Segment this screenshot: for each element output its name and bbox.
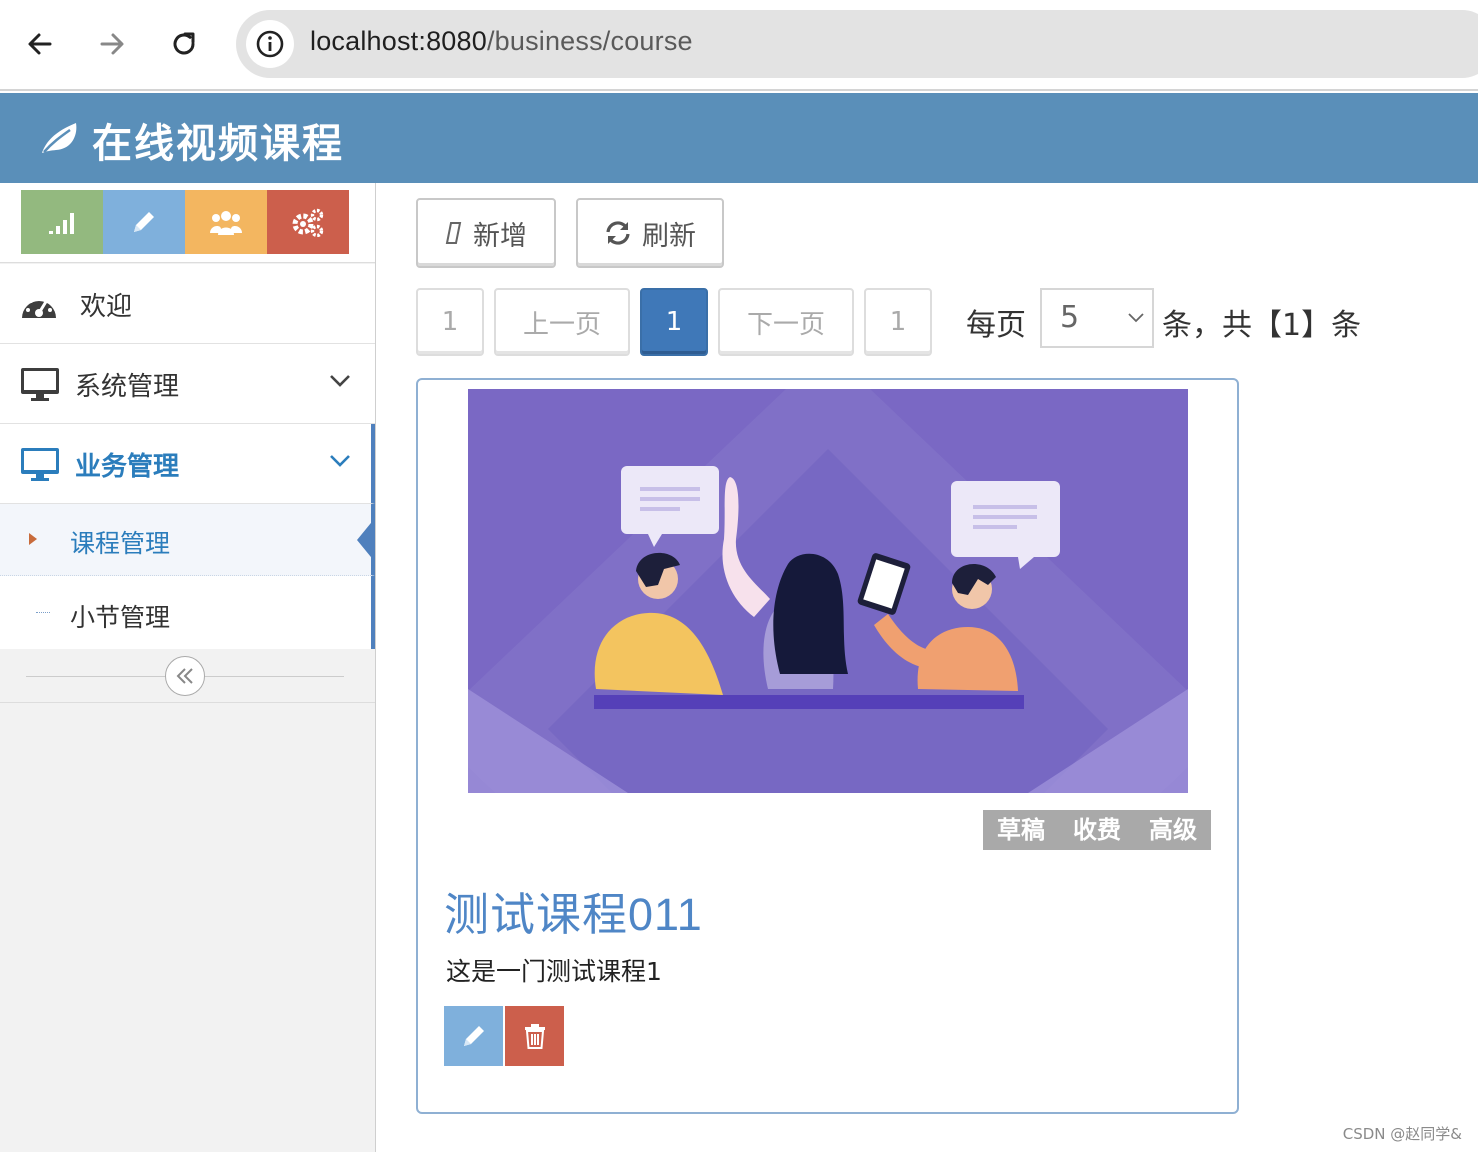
delete-course-button[interactable] (505, 1006, 564, 1066)
signal-icon (49, 213, 74, 234)
site-info-icon[interactable] (246, 20, 294, 68)
reload-button[interactable] (162, 22, 206, 66)
pencil-icon (463, 1026, 484, 1046)
sidebar-item-welcome[interactable]: 欢迎 (0, 264, 375, 344)
cogs-icon (292, 208, 324, 237)
status-badge: 草稿 (997, 816, 1045, 844)
caret-right-icon (29, 533, 37, 545)
shortcut-users-button[interactable] (185, 190, 267, 254)
sidebar-item-business[interactable]: 业务管理 (0, 424, 375, 504)
chevron-down-icon (330, 455, 350, 467)
desktop-icon (21, 368, 59, 401)
chevron-down-icon (330, 375, 350, 387)
chevron-down-icon (1128, 313, 1144, 323)
submenu-item-label: 小节管理 (70, 603, 171, 632)
course-illustration (468, 389, 1188, 793)
refresh-button[interactable]: 刷新 (576, 198, 724, 268)
charge-badge: 收费 (1073, 816, 1121, 844)
pager-current-page[interactable]: 1 (640, 288, 708, 356)
arrow-right-icon (100, 33, 124, 55)
refresh-button-label: 刷新 (642, 220, 696, 252)
add-button[interactable]: 新增 (416, 198, 556, 268)
shortcut-settings-button[interactable] (267, 190, 349, 254)
edit-icon (445, 222, 462, 244)
sidebar: 欢迎 系统管理 业务管理 课程管理 小节管理 (0, 183, 376, 1152)
reload-icon (173, 32, 195, 55)
sidebar-item-label: 业务管理 (75, 452, 180, 482)
pencil-icon (134, 212, 154, 232)
shortcut-edit-button[interactable] (103, 190, 185, 254)
url-text[interactable]: localhost:8080/business/course (310, 26, 693, 57)
app-header: 在线视频课程 (0, 93, 1478, 183)
level-badge: 高级 (1149, 816, 1197, 844)
course-badges: 草稿 收费 高级 (983, 810, 1211, 850)
refresh-icon (606, 221, 630, 245)
sidebar-collapse-button[interactable] (165, 656, 205, 696)
double-chevron-left-icon (176, 668, 193, 684)
add-button-label: 新增 (473, 220, 527, 252)
users-icon (210, 211, 242, 235)
course-summary: 这是一门测试课程1 (446, 957, 662, 986)
url-path: /business/course (486, 26, 693, 56)
sidebar-item-label: 欢迎 (80, 292, 133, 322)
shortcut-stats-button[interactable] (21, 190, 103, 254)
active-indicator-arrow (357, 518, 375, 562)
tachometer-icon (22, 295, 56, 318)
address-bar[interactable]: localhost:8080/business/course (236, 10, 1478, 78)
course-image (468, 389, 1188, 793)
tree-branch (36, 612, 50, 613)
course-title: 测试课程011 (444, 889, 703, 940)
pager-last-button[interactable]: 1 (864, 288, 932, 356)
submenu-item-label: 课程管理 (70, 529, 171, 558)
pager-total-text: 条，共【1】条 (1162, 308, 1362, 343)
arrow-left-icon (28, 33, 52, 55)
pager-prev-button[interactable]: 上一页 (494, 288, 630, 356)
submenu-item-section[interactable]: 小节管理 (0, 576, 375, 649)
page-size-select[interactable]: 5 (1040, 288, 1154, 348)
edit-course-button[interactable] (444, 1006, 503, 1066)
sidebar-item-label: 系统管理 (75, 372, 180, 402)
sidebar-item-system[interactable]: 系统管理 (0, 344, 375, 424)
sidebar-collapse-bar (0, 649, 375, 703)
brand-title[interactable]: 在线视频课程 (92, 111, 344, 169)
forward-button[interactable] (90, 22, 134, 66)
browser-toolbar: localhost:8080/business/course (0, 0, 1478, 91)
course-card: 草稿 收费 高级 测试课程011 这是一门测试课程1 (416, 378, 1239, 1114)
submenu-item-course[interactable]: 课程管理 (0, 504, 375, 576)
page-size-value: 5 (1060, 300, 1080, 335)
desktop-icon (21, 448, 59, 481)
sidebar-shortcuts (0, 183, 375, 263)
per-page-label: 每页 (966, 308, 1026, 343)
pager-next-button[interactable]: 下一页 (718, 288, 854, 356)
pager-first-button[interactable]: 1 (416, 288, 484, 356)
watermark: CSDN @赵同学& (1342, 1125, 1462, 1143)
leaf-icon (42, 123, 77, 153)
back-button[interactable] (18, 22, 62, 66)
url-host: localhost:8080 (310, 26, 487, 56)
trash-icon (524, 1024, 545, 1049)
